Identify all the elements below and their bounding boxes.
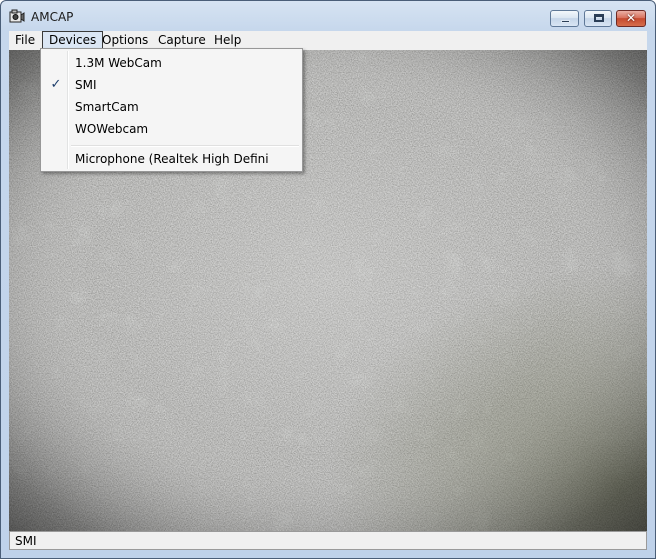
status-text: SMI	[15, 534, 37, 548]
minimize-icon	[561, 20, 570, 23]
devices-dropdown-menu: 1.3M WebCam ✓ SMI SmartCam WOWebcam Micr…	[40, 48, 303, 172]
maximize-button[interactable]	[584, 10, 612, 27]
checkmark-icon: ✓	[50, 77, 62, 92]
menu-file[interactable]: File	[9, 31, 41, 50]
status-bar: SMI	[9, 531, 647, 550]
device-item-smartcam[interactable]: SmartCam	[43, 96, 300, 118]
menu-item-label: Microphone (Realtek High Defini	[75, 152, 269, 166]
minimize-button[interactable]	[550, 10, 579, 27]
device-item-smi[interactable]: ✓ SMI	[43, 74, 300, 96]
close-icon: ✕	[625, 11, 637, 25]
camera-app-icon[interactable]	[9, 9, 25, 24]
menu-separator	[71, 145, 299, 147]
menu-item-label: SmartCam	[75, 100, 139, 114]
menu-item-label: 1.3M WebCam	[75, 56, 162, 70]
close-button[interactable]: ✕	[616, 10, 646, 27]
device-item-wowebcam[interactable]: WOWebcam	[43, 118, 300, 140]
maximize-icon	[594, 14, 604, 22]
device-item-microphone[interactable]: Microphone (Realtek High Defini	[43, 148, 300, 170]
device-item-1-3m-webcam[interactable]: 1.3M WebCam	[43, 52, 300, 74]
menu-item-label: WOWebcam	[75, 122, 149, 136]
title-bar[interactable]: AMCAP ✕	[1, 1, 655, 31]
window-title: AMCAP	[31, 10, 74, 24]
menu-item-label: SMI	[75, 78, 97, 92]
